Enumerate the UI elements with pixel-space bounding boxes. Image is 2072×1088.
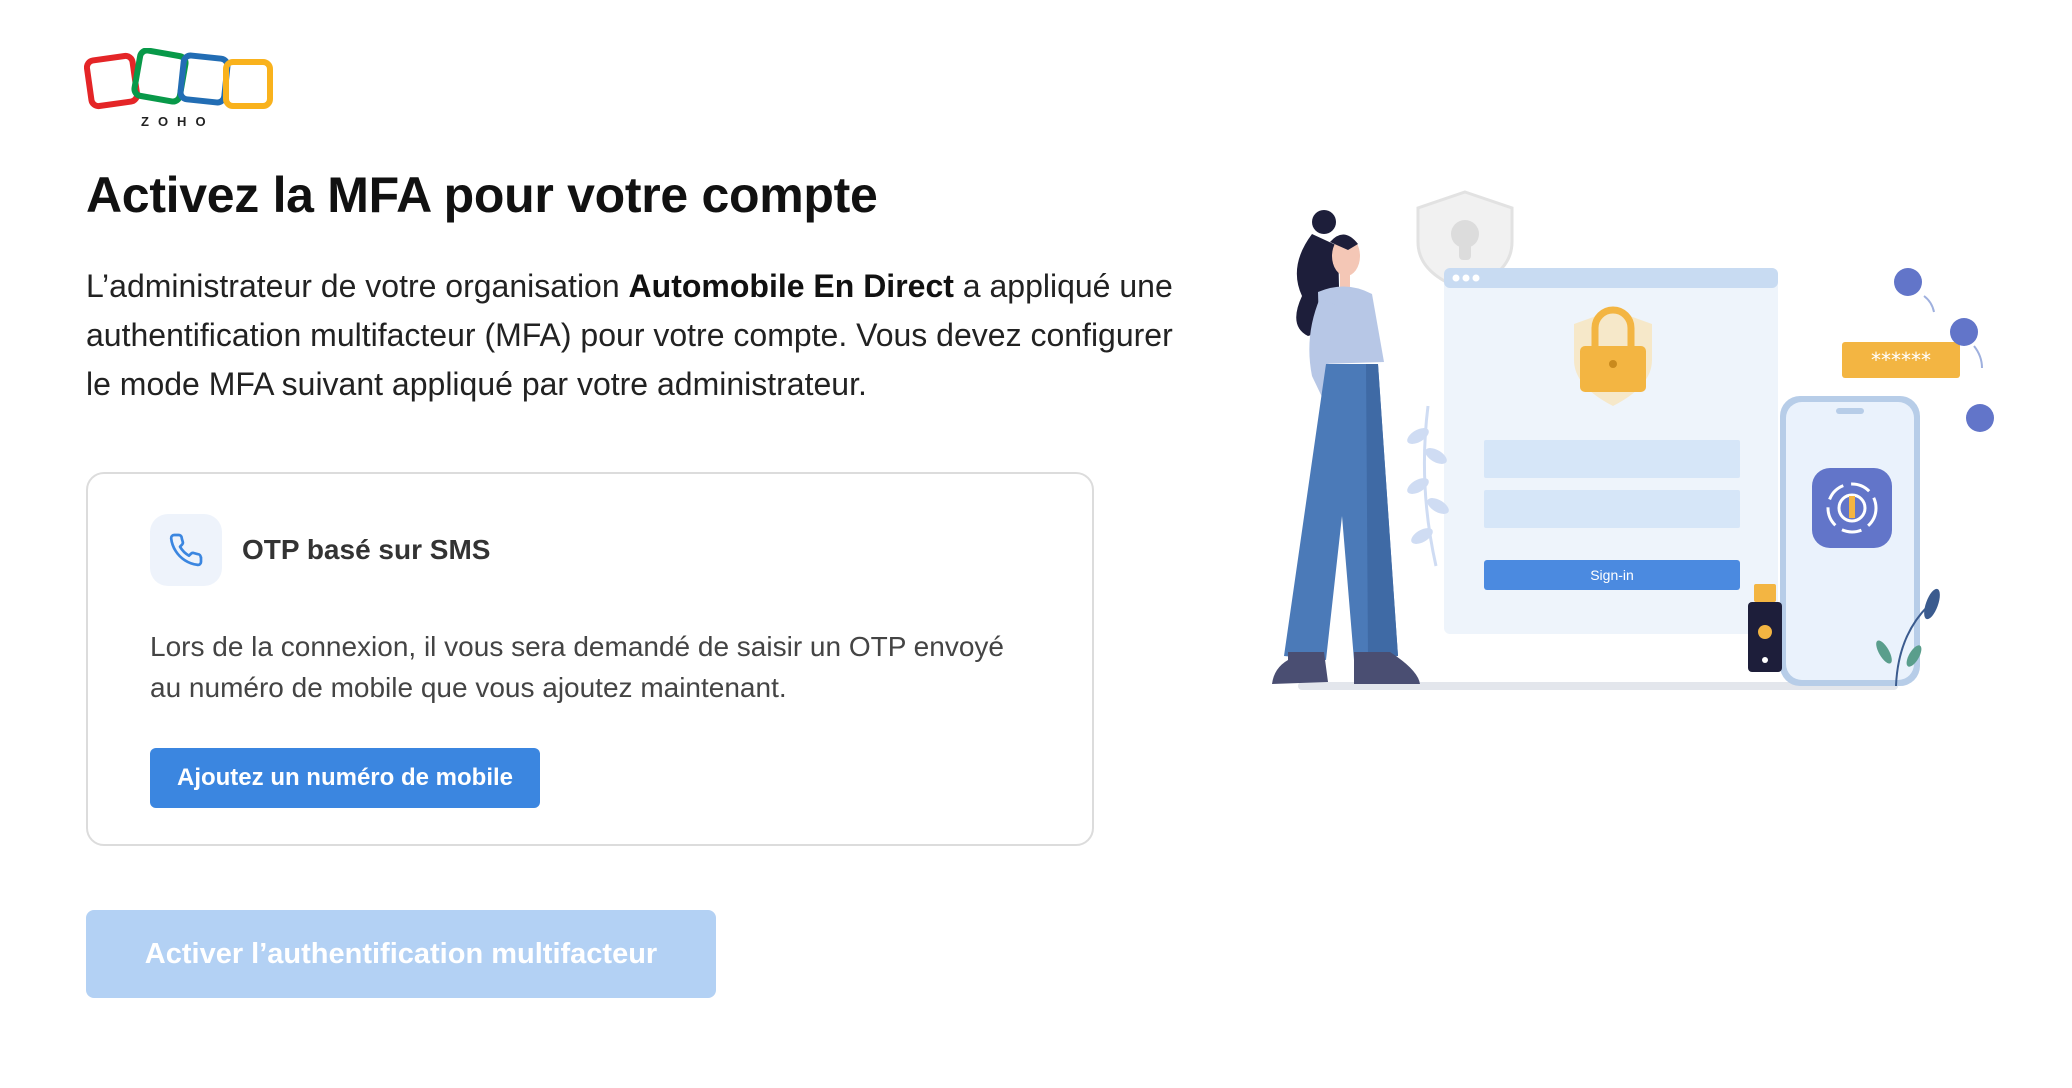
zoho-logo: ZOHO [84, 48, 274, 132]
phone-icon [150, 514, 222, 586]
method-title: OTP basé sur SMS [242, 534, 491, 565]
enable-mfa-button[interactable]: Activer l’authentification multifacteur [86, 910, 716, 998]
description-prefix: L’administrateur de votre organisation [86, 268, 629, 304]
organization-name: Automobile En Direct [628, 268, 954, 304]
woman-figure-icon [1272, 210, 1420, 684]
mfa-illustration: Sign-in ****** [1268, 186, 2008, 706]
browser-window-icon: Sign-in [1444, 268, 1778, 634]
signin-label: Sign-in [1590, 567, 1634, 583]
phone-device-icon [1780, 396, 1920, 686]
mfa-method-card: OTP basé sur SMS Lors de la connexion, i… [86, 472, 1094, 846]
logo-text: ZOHO [141, 114, 215, 129]
password-badge: ****** [1842, 342, 1960, 378]
zoho-logo-icon [84, 48, 273, 110]
password-mask: ****** [1871, 348, 1931, 372]
add-mobile-number-button[interactable]: Ajoutez un numéro de mobile [150, 748, 540, 808]
page-title: Activez la MFA pour votre compte [86, 167, 878, 223]
method-description: Lors de la connexion, il vous sera deman… [150, 631, 1004, 703]
page-description: L’administrateur de votre organisation A… [86, 262, 1196, 409]
